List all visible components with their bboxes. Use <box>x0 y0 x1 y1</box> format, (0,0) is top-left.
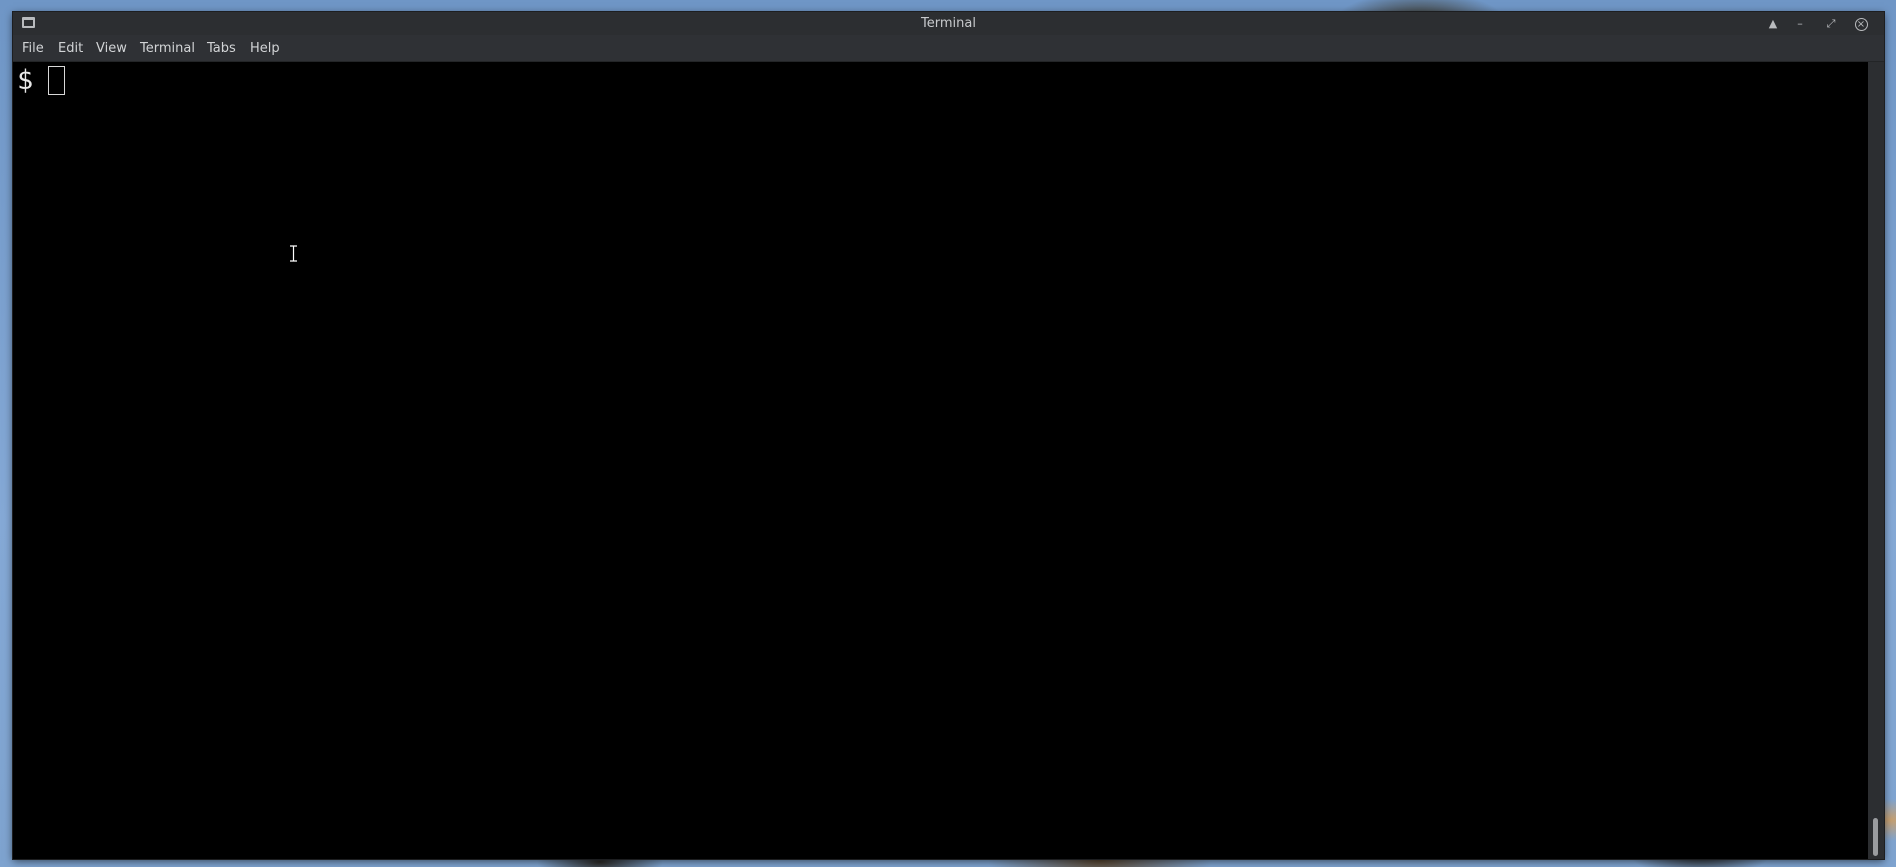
menu-help[interactable]: Help <box>250 35 280 62</box>
menu-terminal[interactable]: Terminal <box>140 35 195 62</box>
keep-above-button[interactable]: ▲ <box>1765 16 1781 32</box>
ibeam-cursor-icon <box>290 245 297 262</box>
terminal-window: Terminal ▲ – ⤢ × File Edit View Terminal… <box>13 12 1884 859</box>
terminal-output[interactable]: $ <box>13 62 1868 859</box>
menu-bar: File Edit View Terminal Tabs Help <box>13 35 1884 62</box>
restore-button[interactable]: ⤢ <box>1823 16 1839 32</box>
shell-prompt: $ <box>17 65 34 96</box>
menu-tabs[interactable]: Tabs <box>207 35 236 62</box>
title-bar[interactable]: Terminal ▲ – ⤢ × <box>13 12 1884 35</box>
menu-view[interactable]: View <box>96 35 127 62</box>
vertical-scrollbar[interactable] <box>1868 62 1884 859</box>
text-cursor <box>48 66 65 95</box>
scrollbar-thumb[interactable] <box>1873 818 1878 856</box>
menu-edit[interactable]: Edit <box>58 35 83 62</box>
minimize-button[interactable]: – <box>1792 16 1808 32</box>
close-button[interactable]: × <box>1853 16 1869 32</box>
menu-file[interactable]: File <box>22 35 44 62</box>
window-title: Terminal <box>921 16 976 31</box>
close-icon: × <box>1854 18 1868 31</box>
